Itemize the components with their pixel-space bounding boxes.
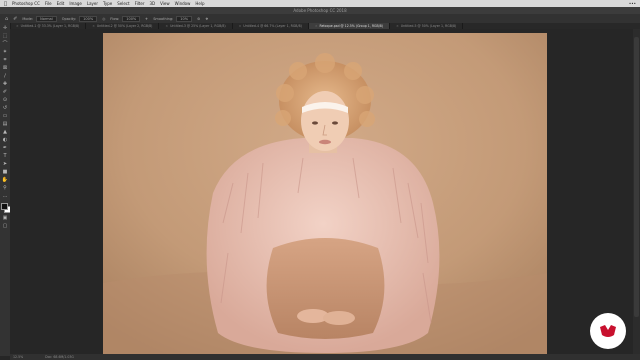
flow-control: Flow: 100% bbox=[110, 15, 141, 22]
pressure-opacity-icon[interactable]: ◎ bbox=[102, 17, 105, 21]
path-select-tool-icon[interactable]: ➤ bbox=[2, 161, 8, 167]
mode-control: Mode: Normal bbox=[22, 15, 57, 22]
shape-tool-icon[interactable]: ■ bbox=[2, 169, 8, 175]
menu-edit[interactable]: Edit bbox=[57, 1, 65, 6]
zoom-readout[interactable]: 12.5% bbox=[13, 354, 23, 360]
clone-stamp-tool-icon[interactable]: ⊙ bbox=[2, 97, 8, 103]
smoothing-control: Smoothing: 10% bbox=[153, 15, 193, 22]
history-brush-tool-icon[interactable]: ↺ bbox=[2, 105, 8, 111]
zoom-tool-icon[interactable]: ⚲ bbox=[2, 185, 8, 191]
brand-logo bbox=[590, 313, 626, 349]
flow-field[interactable]: 100% bbox=[122, 15, 141, 22]
quick-select-tool-icon[interactable]: ✶ bbox=[2, 49, 8, 55]
healing-brush-tool-icon[interactable]: ✚ bbox=[2, 81, 8, 87]
foreground-color-swatch[interactable] bbox=[1, 203, 8, 210]
more-tools-icon[interactable]: … bbox=[2, 193, 8, 199]
pen-tool-icon[interactable]: ✒ bbox=[2, 145, 8, 151]
menu-filter[interactable]: Filter bbox=[135, 1, 145, 6]
quick-mask-icon[interactable]: ▣ bbox=[2, 215, 8, 221]
portrait-photo bbox=[103, 33, 547, 357]
dodge-tool-icon[interactable]: ◐ bbox=[2, 137, 8, 143]
screen-mode-icon[interactable]: ▢ bbox=[2, 223, 8, 229]
marquee-tool-icon[interactable]: ⬚ bbox=[2, 33, 8, 39]
opacity-label: Opacity: bbox=[61, 16, 77, 21]
menu-window[interactable]: Window bbox=[175, 1, 191, 6]
menu-3d[interactable]: 3D bbox=[149, 1, 155, 6]
eraser-tool-icon[interactable]: ▭ bbox=[2, 113, 8, 119]
menu-select[interactable]: Select bbox=[117, 1, 129, 6]
apple-menu-icon[interactable]:  bbox=[4, 1, 7, 7]
tool-list: ✛ ⬚ ⌒ ✶ ⌗ ⊠ ∕ ✚ ✐ ⊙ ↺ ▭ ▤ ▲ ◐ ✒ T ➤ ■ ✋ ⚲ … bbox=[0, 25, 10, 199]
color-swatches[interactable] bbox=[1, 203, 11, 213]
gradient-tool-icon[interactable]: ▤ bbox=[2, 121, 8, 127]
brush-tool-icon[interactable]: ✐ bbox=[2, 89, 8, 95]
menu-image[interactable]: Image bbox=[69, 1, 82, 6]
menu-help[interactable]: Help bbox=[195, 1, 204, 6]
eyedropper-tool-icon[interactable]: ∕ bbox=[2, 73, 8, 79]
menubar-status: ••• bbox=[628, 1, 636, 6]
window-title: Adobe Photoshop CC 2018 bbox=[0, 7, 640, 14]
move-tool-icon[interactable]: ✛ bbox=[2, 25, 8, 31]
brand-logo-icon bbox=[600, 325, 616, 337]
smoothing-field[interactable]: 10% bbox=[176, 15, 193, 22]
frame-tool-icon[interactable]: ⊠ bbox=[2, 65, 8, 71]
symmetry-icon[interactable]: ❖ bbox=[205, 17, 208, 21]
opacity-control: Opacity: 100% bbox=[61, 15, 98, 22]
doc-size-readout: Doc: 68.6M/1.03G bbox=[45, 355, 74, 359]
scrollbar-thumb[interactable] bbox=[634, 37, 639, 317]
mode-label: Mode: bbox=[22, 16, 34, 21]
blur-tool-icon[interactable]: ▲ bbox=[2, 129, 8, 135]
mac-menubar:  Photoshop CC File Edit Image Layer Typ… bbox=[0, 0, 640, 7]
hand-tool-icon[interactable]: ✋ bbox=[2, 177, 8, 183]
settings-gear-icon[interactable]: ⚙ bbox=[197, 17, 200, 21]
brush-preset-icon[interactable]: ✐ bbox=[13, 16, 17, 22]
document-canvas-photo[interactable] bbox=[103, 33, 547, 357]
menu-layer[interactable]: Layer bbox=[87, 1, 98, 6]
lasso-tool-icon[interactable]: ⌒ bbox=[2, 41, 8, 47]
vertical-scrollbar[interactable] bbox=[633, 29, 640, 354]
crop-tool-icon[interactable]: ⌗ bbox=[2, 57, 8, 63]
menu-file[interactable]: File bbox=[45, 1, 52, 6]
mode-select[interactable]: Normal bbox=[36, 15, 57, 22]
opacity-field[interactable]: 100% bbox=[79, 15, 98, 22]
flow-label: Flow: bbox=[110, 16, 120, 21]
status-bar: 12.5% Doc: 68.6M/1.03G bbox=[10, 354, 640, 360]
smoothing-label: Smoothing: bbox=[153, 16, 174, 21]
menu-type[interactable]: Type bbox=[103, 1, 112, 6]
home-icon[interactable]: ⌂ bbox=[5, 16, 8, 22]
menu-app[interactable]: Photoshop CC bbox=[12, 1, 40, 6]
type-tool-icon[interactable]: T bbox=[2, 153, 8, 159]
menu-view[interactable]: View bbox=[160, 1, 170, 6]
airbrush-icon[interactable]: ✈ bbox=[145, 17, 148, 21]
